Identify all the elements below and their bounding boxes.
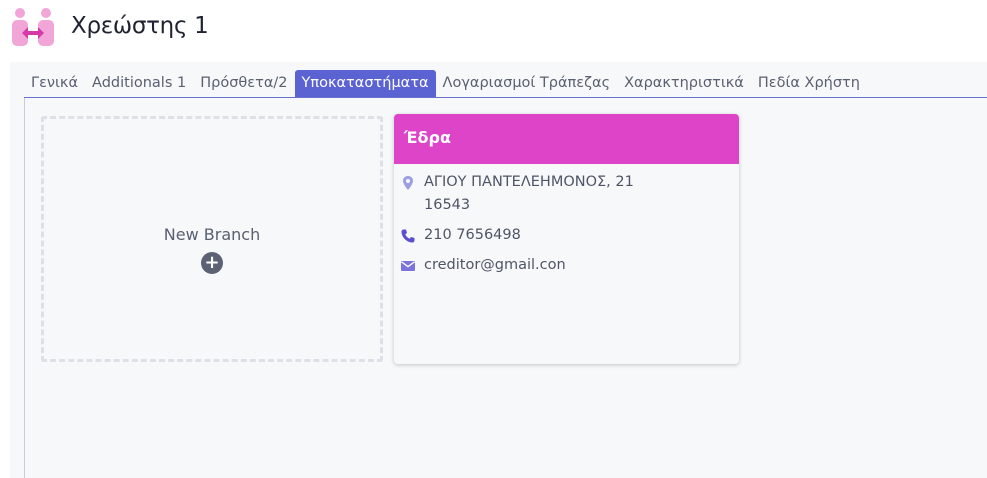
- new-branch-button[interactable]: New Branch +: [41, 116, 383, 362]
- email-address: creditor@gmail.con: [424, 257, 566, 273]
- handshake-people-icon: [12, 8, 54, 46]
- branch-phone: 210 7656498: [400, 226, 521, 247]
- phone-number: 210 7656498: [424, 227, 521, 243]
- content-left-border: [24, 98, 25, 478]
- address-line-2: 16543: [424, 197, 471, 213]
- tab-general[interactable]: Γενικά: [24, 70, 85, 97]
- envelope-icon: [401, 261, 415, 271]
- map-pin-icon: [403, 176, 413, 190]
- tab-bar: Γενικά Additionals 1 Πρόσθετα/2 Υποκατασ…: [24, 70, 987, 98]
- branch-card-title: Έδρα: [394, 114, 739, 164]
- plus-circle-icon[interactable]: +: [201, 251, 223, 274]
- page-title: Χρεώστης 1: [71, 13, 209, 39]
- tab-user-fields[interactable]: Πεδία Χρήστη: [751, 70, 867, 97]
- tab-additionals-2[interactable]: Πρόσθετα/2: [193, 70, 294, 97]
- tab-characteristics[interactable]: Χαρακτηριστικά: [617, 70, 751, 97]
- phone-icon: [401, 229, 415, 243]
- branch-address: ΑΓΙΟΥ ΠΑΝΤΕΛΕΗΜΟΝΟΣ, 21 16543: [400, 173, 634, 217]
- address-line-1: ΑΓΙΟΥ ΠΑΝΤΕΛΕΗΜΟΝΟΣ, 21: [424, 174, 634, 190]
- new-branch-label: New Branch: [163, 224, 261, 244]
- branch-email: creditor@gmail.con: [400, 256, 566, 277]
- main-panel: Γενικά Additionals 1 Πρόσθετα/2 Υποκατασ…: [10, 62, 987, 478]
- tab-bank-accounts[interactable]: Λογαριασμοί Τράπεζας: [436, 70, 618, 97]
- tab-branches[interactable]: Υποκαταστήματα: [294, 70, 436, 97]
- app-header: Χρεώστης 1: [0, 0, 987, 62]
- tab-additionals-1[interactable]: Additionals 1: [85, 70, 193, 97]
- branch-card[interactable]: Έδρα ΑΓΙΟΥ ΠΑΝΤΕΛΕΗΜΟΝΟΣ, 21 16543 210 7…: [394, 114, 739, 364]
